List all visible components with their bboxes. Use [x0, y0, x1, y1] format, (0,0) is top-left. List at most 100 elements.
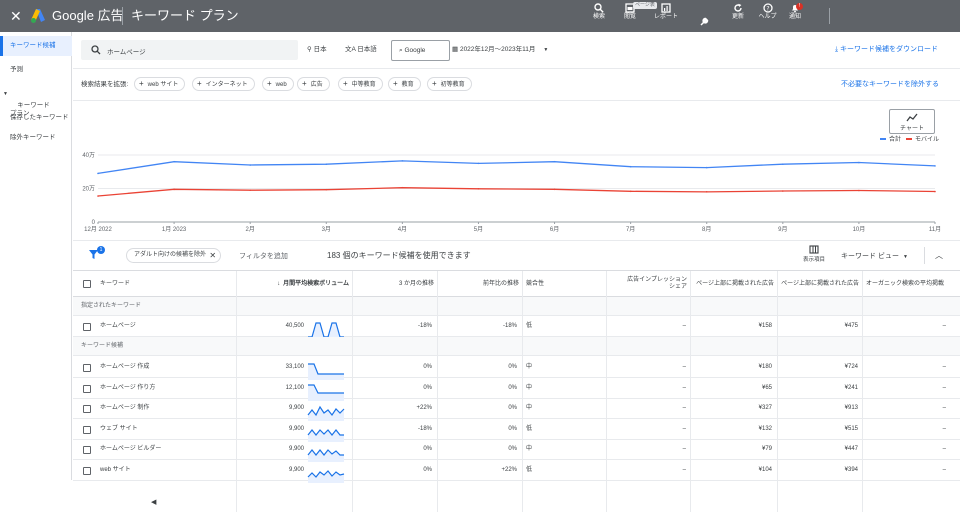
sidebar-item-keyword-ideas[interactable]: キーワード候補 [0, 36, 72, 56]
columns-button[interactable]: 表示項目 [803, 245, 825, 263]
download-keyword-ideas-link[interactable]: ⤓ キーワード候補をダウンロード [835, 45, 938, 54]
column-header-organic-avg-position[interactable]: オーガニック検索の平均掲載 [862, 271, 960, 297]
table-row[interactable]: ホームページ 40,500 -18% -18% 低 – ¥158 ¥475 – [73, 317, 960, 339]
column-header-avg-monthly-searches[interactable]: ↓ 月間平均検索ボリューム [236, 271, 352, 297]
network-selector[interactable]: ⌕ Google [391, 40, 450, 61]
data-point [477, 162, 480, 165]
column-header-keyword[interactable]: キーワード [97, 271, 236, 297]
expand-results-label: 検索結果を拡張: [81, 81, 129, 88]
table-row[interactable]: ウェブ サイト 9,900 -18% 0% 低 – ¥132 ¥515 – [73, 420, 960, 442]
close-icon[interactable]: ✕ [10, 8, 22, 24]
notification-badge: ! [796, 3, 803, 10]
nav-help[interactable]: ? ヘルプ [758, 3, 777, 31]
row-checkbox[interactable] [83, 405, 91, 413]
column-header-top-of-page-bid-low[interactable]: ページ上部に掲載された広告 [690, 271, 777, 297]
refine-chip[interactable]: + 中等教育 [338, 77, 383, 91]
row-checkbox[interactable] [83, 446, 91, 454]
refine-chip[interactable]: + web サイト [134, 77, 186, 91]
refine-chip[interactable]: + 広告 [297, 77, 330, 91]
date-range-selector[interactable]: ▦ 2022年12月～2023年11月 ▼ [452, 45, 548, 55]
data-point [97, 172, 99, 175]
adult-filter-chip[interactable]: アダルト向けの候補を除外 ✕ [126, 248, 222, 263]
bid-low-cell: ¥132 [758, 425, 772, 432]
keyword-cell: web サイト [100, 466, 131, 473]
legend-mobile: モバイル [906, 136, 939, 144]
remove-filter-icon[interactable]: ✕ [209, 249, 216, 262]
nav-browse[interactable]: ページ表 閲覧 [621, 2, 657, 31]
competition-cell: 中 [526, 384, 533, 391]
impression-share-cell: – [682, 323, 686, 329]
scroll-left-icon[interactable]: ◀ [151, 498, 156, 506]
columns-icon [809, 245, 819, 254]
divider [73, 100, 960, 101]
main-content: ホームページ ⚲ 日本 文A 日本語 ⌕ Google ▦ 2022年12月～2… [73, 32, 960, 512]
data-point [553, 188, 556, 191]
refine-chip[interactable]: + web [262, 77, 294, 91]
collapse-icon[interactable]: ︿ [935, 250, 943, 261]
exclude-keywords-link[interactable]: 不必要なキーワードを除外する [841, 80, 939, 89]
location-selector[interactable]: ⚲ 日本 [307, 45, 327, 54]
select-all-checkbox[interactable] [83, 280, 91, 288]
bid-high-cell: ¥515 [844, 425, 858, 432]
data-point [858, 189, 860, 192]
refine-chip[interactable]: + 初等教育 [427, 77, 472, 91]
impression-share-cell: – [682, 466, 686, 473]
column-header-three-month-change[interactable]: 3 か月の推移 [352, 271, 437, 297]
column-header-top-of-page-bid-high[interactable]: ページ上部に掲載された広告 [777, 271, 862, 297]
table-row[interactable]: ホームページ 制作 9,900 +22% 0% 中 – ¥327 ¥913 – [73, 399, 960, 421]
competition-cell: 中 [526, 405, 533, 411]
dropdown-arrow-icon: ▼ [543, 47, 549, 53]
brand-name: Google 広告 [52, 8, 124, 23]
language-selector[interactable]: 文A 日本語 [345, 45, 377, 54]
row-checkbox[interactable] [83, 384, 91, 393]
data-point [705, 166, 708, 169]
column-header-competition[interactable]: 競合性 [522, 271, 606, 297]
divider [73, 68, 960, 69]
competition-cell: 低 [526, 425, 533, 432]
chart-type-button[interactable]: チャート [889, 109, 935, 134]
trend-sparkline [308, 322, 344, 339]
table-row[interactable]: ホームページ 作り方 12,100 0% 0% 中 – ¥65 ¥241 – [73, 379, 960, 401]
organic-position-cell: – [942, 323, 946, 329]
keyword-count-text: 183 個のキーワード候補を使用できます [327, 251, 471, 260]
legend-total: 合計 [880, 136, 901, 144]
organic-position-cell: – [942, 405, 946, 411]
yoy-change-cell: 0% [508, 384, 517, 391]
bid-low-cell: ¥180 [758, 364, 772, 370]
row-checkbox[interactable] [83, 364, 91, 372]
nav-reports[interactable]: レポート [653, 3, 679, 31]
bid-high-cell: ¥475 [844, 323, 858, 329]
row-checkbox[interactable] [83, 466, 91, 475]
table-row[interactable]: ホームページ 作成 33,100 0% 0% 中 – ¥180 ¥724 – [73, 358, 960, 380]
table-header: キーワード ↓ 月間平均検索ボリューム 3 か月の推移 前年比の推移 競合性 広告… [73, 270, 960, 297]
keyword-search-input[interactable]: ホームページ [81, 40, 298, 60]
avg-monthly-searches-cell: 12,100 [285, 384, 304, 391]
table-row[interactable]: web サイト 9,900 0% +22% 低 – ¥104 ¥394 – [73, 461, 960, 483]
avg-monthly-searches-cell: 9,900 [288, 466, 304, 473]
sidebar-item-negative-keywords[interactable]: 除外キーワード [0, 134, 72, 142]
refine-chip[interactable]: + インターネット [192, 77, 255, 91]
nav-tools-settings[interactable]: ツールと 設定 [692, 3, 723, 48]
nav-search[interactable]: 検索 [590, 3, 608, 31]
sidebar: キーワード候補 予測 ▼ キーワード プラン 保存したキーワード 除外キーワード [0, 32, 72, 480]
column-header-ad-impression-share[interactable]: 広告インプレッション シェア [606, 271, 690, 297]
keyword-view-selector[interactable]: キーワード ビュー ▼ [841, 251, 908, 261]
x-tick-label: 4月 [398, 226, 407, 233]
sidebar-item-forecast[interactable]: 予測 [0, 66, 72, 74]
sidebar-item-saved-keywords[interactable]: 保存したキーワード [0, 114, 72, 122]
nav-refresh[interactable]: 更新 [730, 3, 746, 31]
trend-sparkline [308, 363, 344, 380]
table-row[interactable]: ホームページ ビルダー 9,900 0% 0% 中 – ¥79 ¥447 – [73, 440, 960, 462]
column-header-yoy-change[interactable]: 前年比の推移 [437, 271, 522, 297]
refine-chip[interactable]: + 教育 [388, 77, 421, 91]
data-point [782, 190, 784, 192]
row-checkbox[interactable] [83, 323, 91, 331]
top-app-bar: ✕ Google 広告 キーワード プラン 検索 ページ表 閲覧 レポート ツー… [0, 0, 960, 48]
data-point [173, 160, 175, 163]
row-checkbox[interactable] [83, 425, 91, 434]
dropdown-arrow-icon: ▼ [902, 254, 908, 260]
nav-notifications[interactable]: ! 通知 [787, 3, 803, 31]
add-filter-button[interactable]: フィルタを追加 [239, 251, 288, 261]
three-month-change-cell: 0% [423, 384, 432, 391]
legend-swatch [880, 138, 886, 141]
